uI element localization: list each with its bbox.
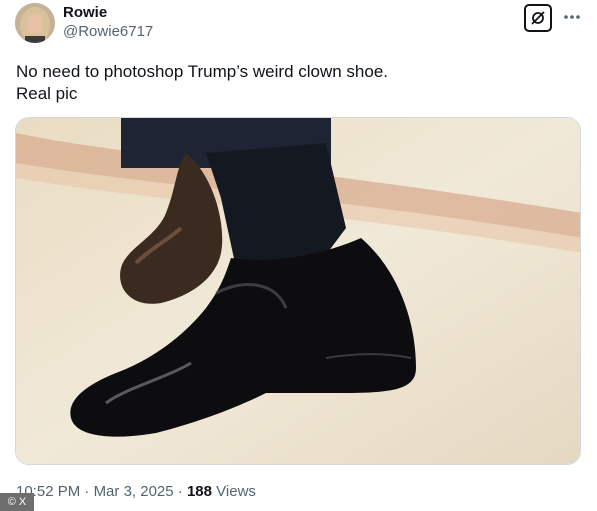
more-options-button[interactable] [561, 4, 583, 30]
views-label: Views [216, 483, 256, 500]
meta-separator: · [177, 483, 183, 500]
display-name[interactable]: Rowie [63, 4, 107, 21]
tweet-photo[interactable] [15, 117, 581, 465]
more-dots-icon [564, 15, 580, 19]
meta-separator: · [84, 483, 90, 500]
tweet-meta: 10:52 PM · Mar 3, 2025 · 188 Views [16, 483, 256, 500]
grok-button[interactable] [524, 4, 552, 32]
grok-icon [531, 11, 545, 25]
shoe-photo [16, 118, 580, 464]
views-count: 188 [186, 483, 212, 500]
tweet-text-line: No need to photoshop Trump’s weird clown… [16, 62, 389, 81]
tweet-date[interactable]: Mar 3, 2025 [94, 483, 174, 500]
tweet-text: No need to photoshop Trump’s weird clown… [16, 61, 576, 105]
avatar-photo [15, 3, 55, 43]
user-handle[interactable]: @Rowie6717 [63, 23, 153, 40]
tweet-text-line: Real pic [16, 84, 78, 103]
avatar[interactable] [15, 3, 55, 43]
copyright-watermark: © X [0, 493, 34, 511]
